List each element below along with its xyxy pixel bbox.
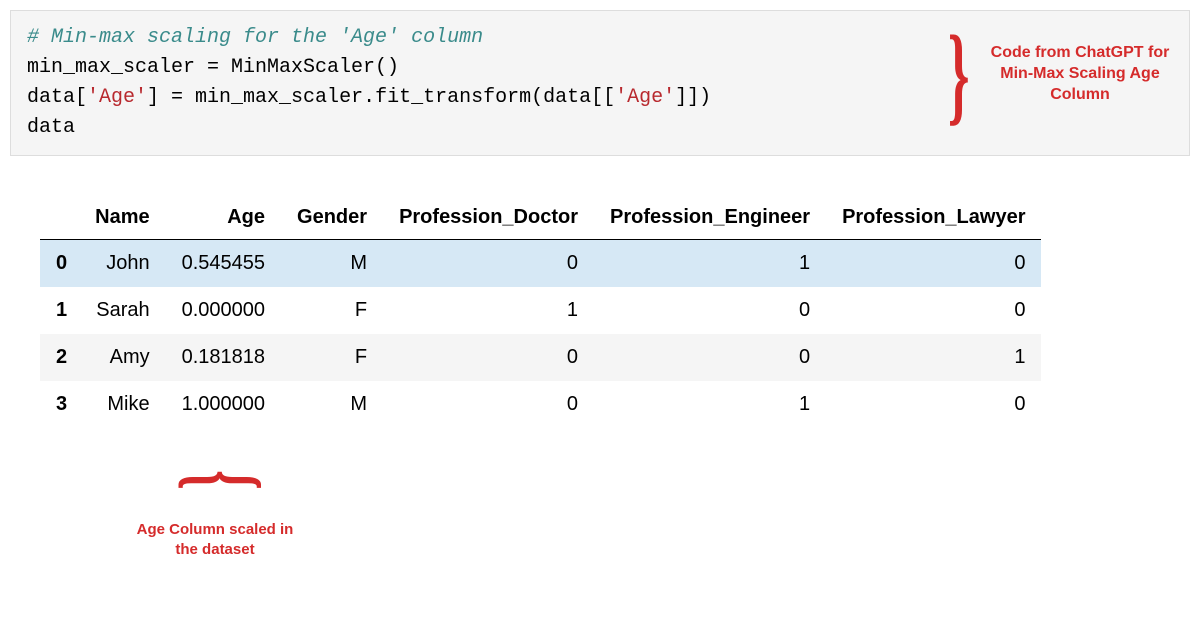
- annotation-text: Age Column scaled in the dataset: [130, 520, 300, 559]
- cell-gender: M: [281, 381, 383, 428]
- cell-doctor: 0: [383, 381, 594, 428]
- cell-doctor: 1: [383, 287, 594, 334]
- col-age: Age: [166, 196, 281, 240]
- cell-age: 0.545455: [166, 240, 281, 288]
- cell-engineer: 1: [594, 381, 826, 428]
- annotation-age-scaled: } Age Column scaled in the dataset: [130, 460, 300, 559]
- col-profession-doctor: Profession_Doctor: [383, 196, 594, 240]
- dataframe-table: Name Age Gender Profession_Doctor Profes…: [40, 196, 1041, 428]
- cell-age: 1.000000: [166, 381, 281, 428]
- brace-icon: }: [947, 25, 969, 124]
- cell-engineer: 0: [594, 334, 826, 381]
- cell-lawyer: 1: [826, 334, 1041, 381]
- cell-gender: M: [281, 240, 383, 288]
- cell-age: 0.181818: [166, 334, 281, 381]
- annotation-code-source: } Code from ChatGPT for Min-Max Scaling …: [937, 25, 1170, 124]
- table-row: 3 Mike 1.000000 M 0 1 0: [40, 381, 1041, 428]
- cell-age: 0.000000: [166, 287, 281, 334]
- cell-lawyer: 0: [826, 381, 1041, 428]
- cell-index: 1: [40, 287, 79, 334]
- table-header-row: Name Age Gender Profession_Doctor Profes…: [40, 196, 1041, 240]
- cell-name: Sarah: [79, 287, 165, 334]
- cell-engineer: 0: [594, 287, 826, 334]
- table-row: 2 Amy 0.181818 F 0 0 1: [40, 334, 1041, 381]
- cell-index: 0: [40, 240, 79, 288]
- annotation-text: Code from ChatGPT for Min-Max Scaling Ag…: [990, 43, 1170, 105]
- table-row: 0 John 0.545455 M 0 1 0: [40, 240, 1041, 288]
- col-profession-lawyer: Profession_Lawyer: [826, 196, 1041, 240]
- cell-index: 3: [40, 381, 79, 428]
- cell-lawyer: 0: [826, 287, 1041, 334]
- cell-name: Mike: [79, 381, 165, 428]
- cell-engineer: 1: [594, 240, 826, 288]
- cell-doctor: 0: [383, 240, 594, 288]
- cell-gender: F: [281, 287, 383, 334]
- dataframe-output: Name Age Gender Profession_Doctor Profes…: [40, 196, 1190, 428]
- cell-doctor: 0: [383, 334, 594, 381]
- col-index: [40, 196, 79, 240]
- cell-gender: F: [281, 334, 383, 381]
- col-profession-engineer: Profession_Engineer: [594, 196, 826, 240]
- col-gender: Gender: [281, 196, 383, 240]
- cell-name: John: [79, 240, 165, 288]
- table-row: 1 Sarah 0.000000 F 1 0 0: [40, 287, 1041, 334]
- col-name: Name: [79, 196, 165, 240]
- brace-icon: }: [195, 470, 235, 490]
- cell-index: 2: [40, 334, 79, 381]
- cell-name: Amy: [79, 334, 165, 381]
- cell-lawyer: 0: [826, 240, 1041, 288]
